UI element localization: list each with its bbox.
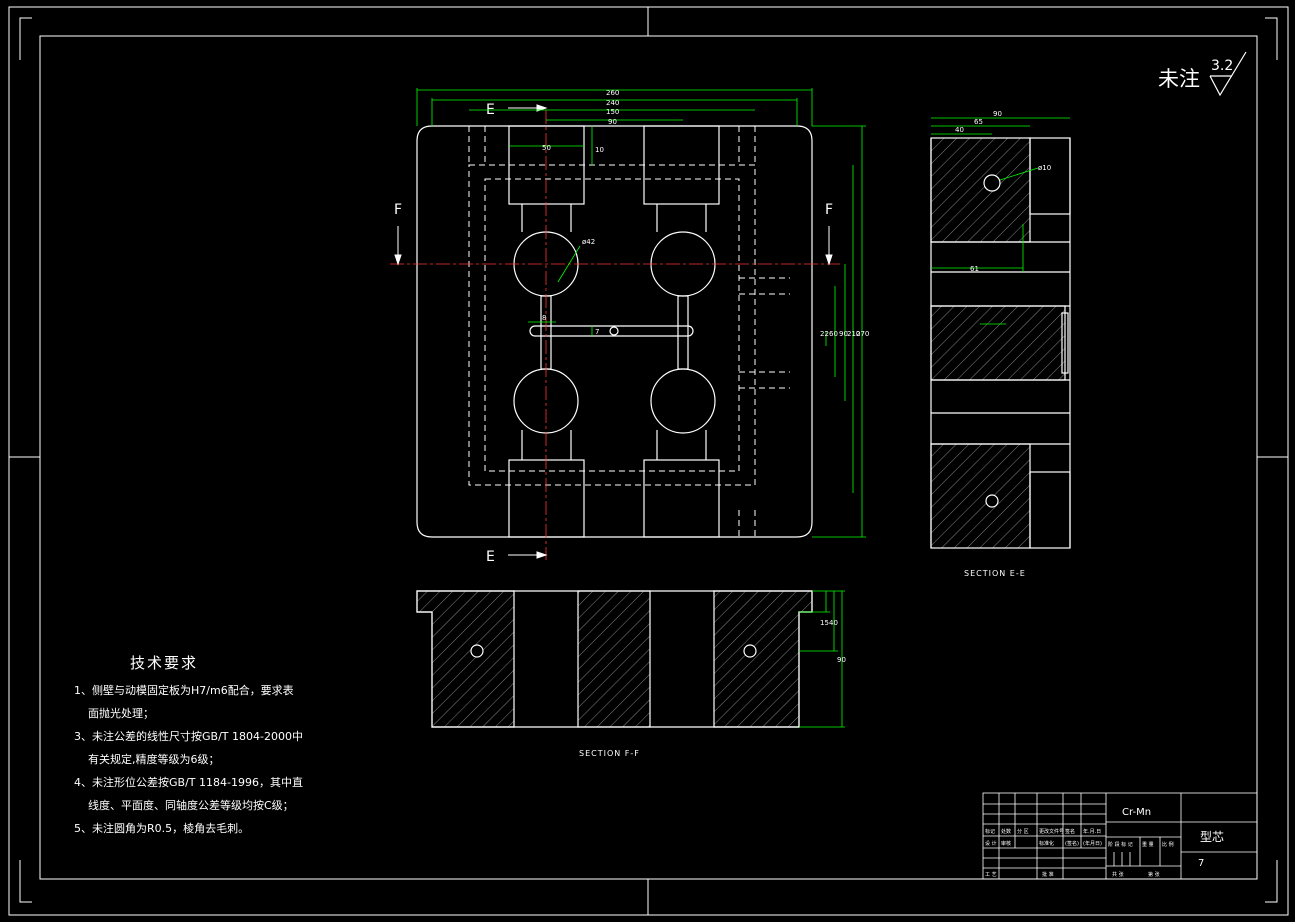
svg-text:比 例: 比 例	[1162, 841, 1174, 848]
dim-ee-90: 90	[993, 110, 1002, 118]
tech-req-item-1: 1、侧壁与动模固定板为H7/m6配合，要求表	[74, 684, 294, 697]
svg-text:共 张: 共 张	[1112, 871, 1124, 878]
material-text: Cr-Mn	[1122, 807, 1151, 818]
dim-ee-65: 65	[974, 118, 983, 126]
svg-text:年.月.日: 年.月.日	[1083, 828, 1101, 835]
svg-text:批 准: 批 准	[1042, 871, 1054, 878]
top-view	[416, 125, 813, 538]
dim-ee-40: 40	[955, 126, 964, 134]
dim-240: 240	[606, 99, 619, 107]
dim-150: 150	[606, 108, 619, 116]
roughness-prefix: 未注	[1158, 67, 1200, 91]
title-block-text: Cr-Mn 型芯 7 标记 处数 分 区 更改文件号 签名 年.月.日 设 计 …	[985, 807, 1224, 878]
svg-text:标准化: 标准化	[1039, 840, 1054, 847]
tech-req-item-4b: 线度、平面度、同轴度公差等级均按C级；	[88, 799, 294, 812]
section-ff-view	[416, 590, 813, 728]
dim-260: 260	[606, 89, 619, 97]
tech-req-item-1b: 面抛光处理；	[88, 707, 154, 720]
section-ee-view	[930, 137, 1071, 549]
dim-ee-dia10: ø10	[1038, 164, 1051, 172]
svg-text:设 计: 设 计	[985, 840, 997, 847]
tech-req-item-3: 3、未注公差的线性尺寸按GB/T 1804-2000中	[74, 730, 303, 743]
tech-req-title: 技术要求	[129, 654, 198, 672]
section-ff-label: SECTION F-F	[579, 749, 640, 758]
svg-text:(签名): (签名)	[1065, 840, 1079, 847]
dim-22: 22	[820, 330, 829, 338]
dim-90: 90	[608, 118, 617, 126]
dim-ff-15: 15	[820, 619, 829, 627]
section-mark-f-right: F	[825, 202, 833, 218]
tech-req-item-4: 4、未注形位公差按GB/T 1184-1996，其中直	[74, 776, 303, 789]
svg-text:阶 段 标 记: 阶 段 标 记	[1108, 841, 1133, 848]
dim-10: 10	[595, 146, 604, 154]
tech-req-item-3b: 有关规定,精度等级为6级；	[88, 753, 220, 766]
dim-50: 50	[542, 144, 551, 152]
dim-ff-40: 40	[829, 619, 838, 627]
cooling-channels	[468, 126, 790, 537]
svg-text:重 量: 重 量	[1142, 841, 1154, 848]
part-number-text: 7	[1198, 858, 1204, 869]
dim-8: 8	[542, 314, 546, 322]
technical-requirements: 技术要求 1、侧壁与动模固定板为H7/m6配合，要求表 面抛光处理； 3、未注公…	[74, 652, 303, 840]
svg-text:标记: 标记	[985, 828, 995, 835]
section-mark-e-bottom: E	[486, 549, 495, 565]
tech-req-item-5: 5、未注圆角为R0.5，棱角去毛刺。	[74, 822, 250, 835]
dim-60: 60	[829, 330, 838, 338]
section-marks: F F E E	[394, 102, 833, 565]
dim-7: 7	[595, 328, 599, 336]
svg-text:工 艺: 工 艺	[985, 872, 997, 878]
roughness-value: 3.2	[1211, 58, 1233, 74]
svg-text:分 区: 分 区	[1017, 828, 1029, 835]
svg-text:(年月日): (年月日)	[1083, 840, 1102, 847]
dim-ee-61: 61	[970, 265, 979, 273]
surface-roughness-note: 未注 3.2	[1158, 51, 1247, 97]
svg-text:更改文件号: 更改文件号	[1039, 828, 1064, 835]
svg-text:第 张: 第 张	[1148, 871, 1160, 878]
dim-ff-90: 90	[837, 656, 846, 664]
section-mark-f-left: F	[394, 202, 402, 218]
dim-270: 270	[856, 330, 869, 338]
svg-text:签名: 签名	[1065, 828, 1075, 835]
dimensions-top-view	[416, 88, 866, 538]
svg-text:审核: 审核	[1001, 840, 1011, 847]
svg-text:处数: 处数	[1001, 828, 1011, 835]
section-ee-label: SECTION E-E	[964, 569, 1026, 578]
dim-dia42: ø42	[582, 238, 595, 246]
part-name-text: 型芯	[1200, 830, 1224, 844]
